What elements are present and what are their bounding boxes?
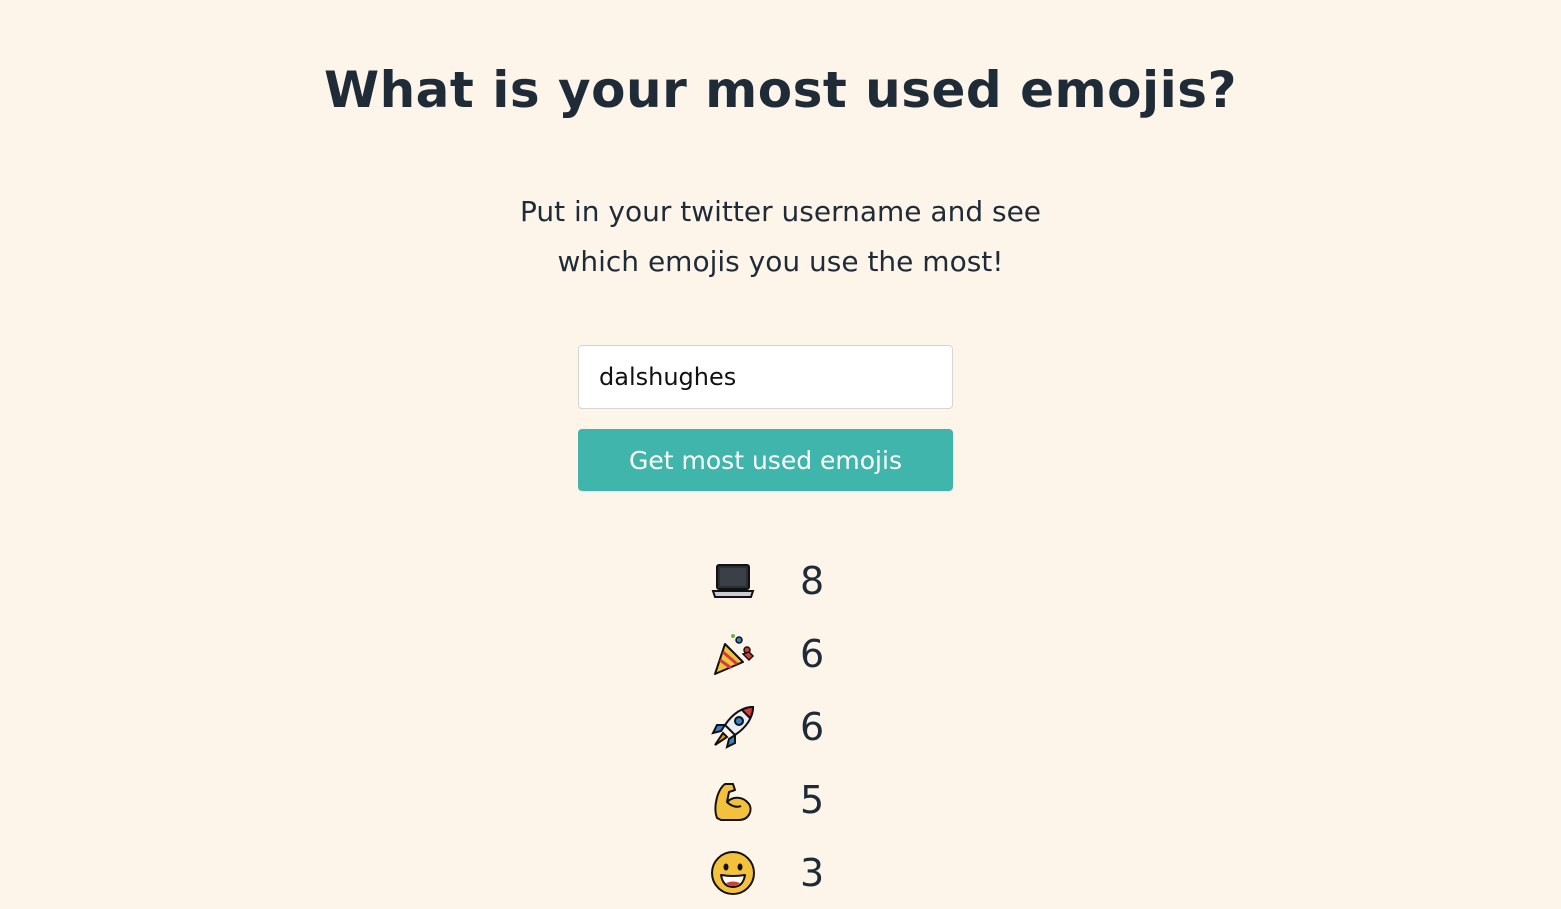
result-row: 6 xyxy=(700,617,860,690)
intro-text: Put in your twitter username and see whi… xyxy=(0,187,1561,287)
page-title: What is your most used emojis? xyxy=(323,61,1238,119)
result-row: 6 xyxy=(700,690,860,763)
username-input[interactable] xyxy=(578,345,953,409)
emoji-count: 3 xyxy=(800,850,825,895)
result-row: 3 xyxy=(700,836,860,909)
laptop-icon xyxy=(708,556,758,606)
intro-line-1: Put in your twitter username and see xyxy=(519,195,1042,228)
rocket-icon xyxy=(708,702,758,752)
emoji-count: 6 xyxy=(800,704,825,749)
grinning-face-icon xyxy=(708,848,758,898)
get-emojis-button[interactable]: Get most used emojis xyxy=(578,429,953,491)
results-list: 8 6 6 5 3 xyxy=(700,544,860,909)
flexed-biceps-icon xyxy=(708,775,758,825)
party-popper-icon xyxy=(708,629,758,679)
emoji-count: 5 xyxy=(800,777,825,822)
emoji-count: 6 xyxy=(800,631,825,676)
emoji-count: 8 xyxy=(800,558,825,603)
result-row: 8 xyxy=(700,544,860,617)
result-row: 5 xyxy=(700,763,860,836)
intro-line-2: which emojis you use the most! xyxy=(557,245,1004,278)
